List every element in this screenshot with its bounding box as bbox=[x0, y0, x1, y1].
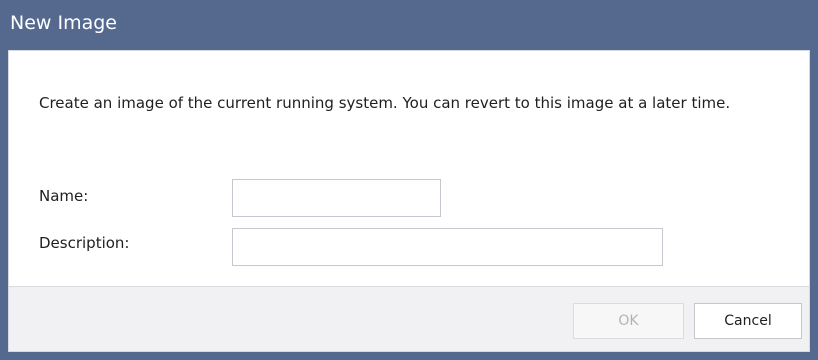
dialog-title: New Image bbox=[10, 12, 117, 34]
name-label: Name: bbox=[39, 187, 89, 205]
cancel-button[interactable]: Cancel bbox=[694, 303, 802, 339]
dialog-body: Create an image of the current running s… bbox=[8, 50, 810, 352]
dialog-footer: OK Cancel bbox=[9, 286, 809, 351]
new-image-dialog: New Image Create an image of the current… bbox=[0, 0, 818, 360]
description-label: Description: bbox=[39, 234, 130, 252]
description-input[interactable] bbox=[232, 228, 663, 266]
dialog-titlebar[interactable]: New Image bbox=[0, 0, 818, 50]
dialog-message: Create an image of the current running s… bbox=[39, 94, 731, 112]
ok-button[interactable]: OK bbox=[573, 303, 684, 339]
name-input[interactable] bbox=[232, 179, 441, 217]
